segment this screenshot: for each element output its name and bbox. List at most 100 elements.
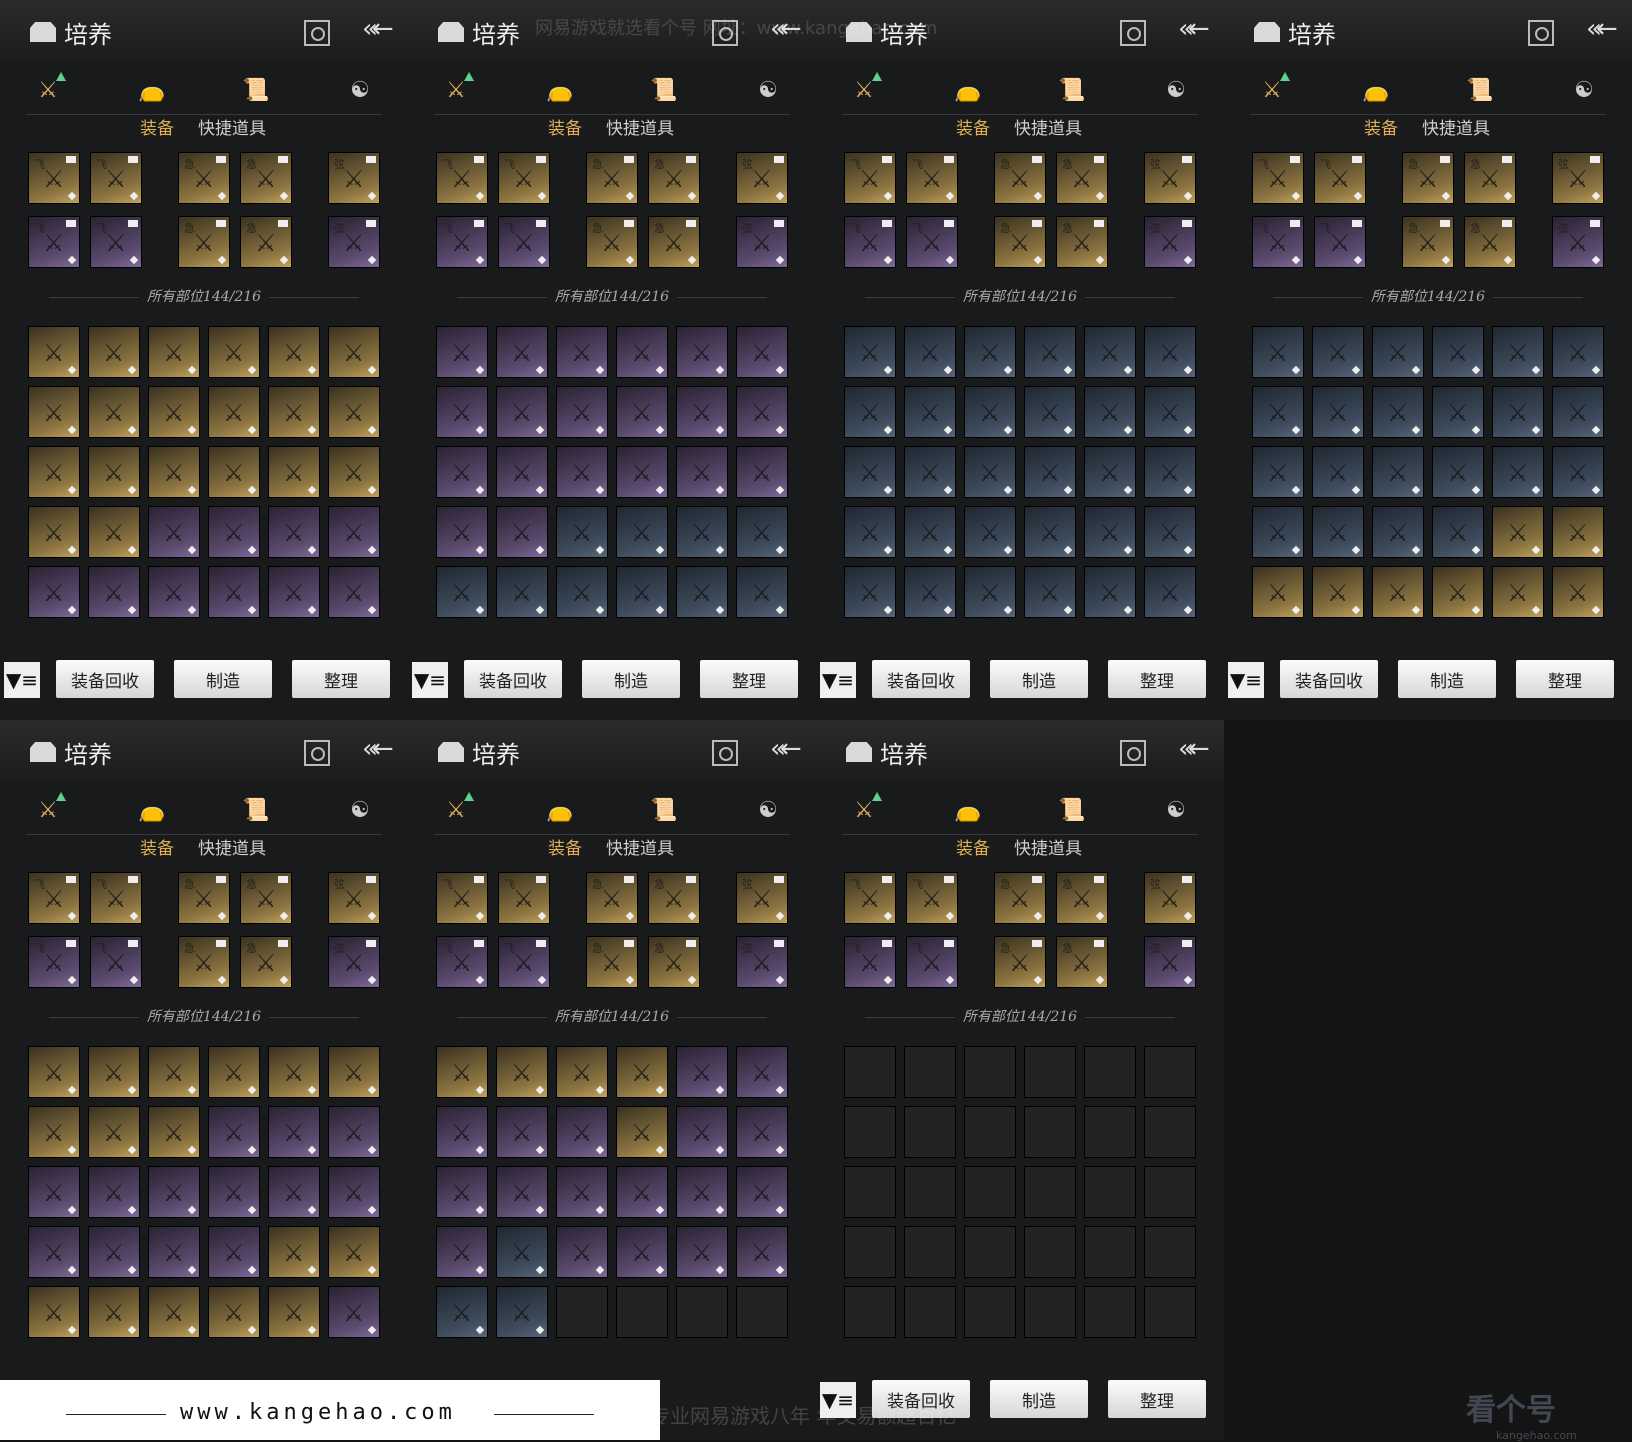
crossed-swords-icon[interactable]: ⚔	[842, 790, 886, 830]
tab-equipment[interactable]: 装备	[548, 834, 582, 859]
filter-icon[interactable]: ▼≡	[4, 662, 40, 698]
inventory-item[interactable]: ⚔	[1492, 386, 1544, 438]
sort-button[interactable]: 整理	[700, 660, 798, 698]
inventory-item[interactable]: ⚔	[1084, 566, 1136, 618]
search-icon[interactable]	[1120, 20, 1146, 46]
inventory-item[interactable]: ⚔	[676, 326, 728, 378]
inventory-item[interactable]: ⚔	[268, 566, 320, 618]
inventory-item[interactable]: ⚔	[1312, 386, 1364, 438]
inventory-item[interactable]: ⚔	[1492, 506, 1544, 558]
recycle-button[interactable]: 装备回收	[56, 660, 154, 698]
inventory-item[interactable]: ⚔	[1312, 446, 1364, 498]
inventory-item[interactable]: ⚔	[88, 566, 140, 618]
equipped-item-slot[interactable]: 急 ⚔	[1402, 152, 1454, 204]
inventory-item[interactable]: ⚔	[844, 506, 896, 558]
sort-button[interactable]: 整理	[292, 660, 390, 698]
inventory-item[interactable]: ⚔	[208, 326, 260, 378]
filter-icon[interactable]: ▼≡	[412, 662, 448, 698]
inventory-item[interactable]: ⚔	[1084, 446, 1136, 498]
equipped-item-slot[interactable]: 急 ⚔	[240, 216, 292, 268]
crossed-swords-icon[interactable]: ⚔	[1250, 70, 1294, 110]
inventory-item[interactable]: ⚔	[1252, 326, 1304, 378]
equipped-item-slot[interactable]: 急 ⚔	[648, 152, 700, 204]
recycle-button[interactable]: 装备回收	[464, 660, 562, 698]
inventory-item[interactable]: ⚔	[88, 1286, 140, 1338]
pouch-icon[interactable]: 👝	[538, 70, 582, 110]
crossed-swords-icon[interactable]: ⚔	[434, 70, 478, 110]
equipped-item-slot[interactable]: 急 ⚔	[178, 216, 230, 268]
inventory-item[interactable]: ⚔	[904, 326, 956, 378]
inventory-item[interactable]: ⚔	[148, 446, 200, 498]
search-icon[interactable]	[304, 20, 330, 46]
cultivation-icon[interactable]: ☯	[1154, 70, 1198, 110]
equipped-item-slot[interactable]: 飞 ⚔	[436, 872, 488, 924]
inventory-item[interactable]: ⚔	[328, 1286, 380, 1338]
filter-icon[interactable]: ▼≡	[820, 662, 856, 698]
inventory-item[interactable]: ⚔	[496, 1286, 548, 1338]
equipped-item-slot[interactable]: 飞 ⚔	[436, 936, 488, 988]
equipped-item-slot[interactable]: 弦 ⚔	[1552, 216, 1604, 268]
inventory-item[interactable]: ⚔	[1312, 566, 1364, 618]
inventory-item[interactable]: ⚔	[964, 566, 1016, 618]
equipped-item-slot[interactable]: 急 ⚔	[1056, 152, 1108, 204]
tab-quick-items[interactable]: 快捷道具	[606, 834, 674, 859]
inventory-item[interactable]: ⚔	[616, 326, 668, 378]
equipped-item-slot[interactable]: 飞 ⚔	[436, 152, 488, 204]
craft-button[interactable]: 制造	[990, 1380, 1088, 1418]
equipped-item-slot[interactable]: 飞 ⚔	[1314, 152, 1366, 204]
inventory-item[interactable]: ⚔	[436, 386, 488, 438]
inventory-item[interactable]: ⚔	[268, 1046, 320, 1098]
inventory-item[interactable]: ⚔	[1372, 446, 1424, 498]
inventory-item[interactable]: ⚔	[1024, 326, 1076, 378]
search-icon[interactable]	[1120, 740, 1146, 766]
inventory-item[interactable]: ⚔	[436, 566, 488, 618]
equipped-item-slot[interactable]: 急 ⚔	[240, 152, 292, 204]
equipped-item-slot[interactable]: 急 ⚔	[648, 216, 700, 268]
inventory-item[interactable]: ⚔	[88, 326, 140, 378]
inventory-item[interactable]: ⚔	[268, 446, 320, 498]
inventory-item[interactable]: ⚔	[208, 386, 260, 438]
inventory-item[interactable]: ⚔	[88, 386, 140, 438]
equipped-item-slot[interactable]: 飞 ⚔	[498, 872, 550, 924]
equipped-item-slot[interactable]: 急 ⚔	[178, 152, 230, 204]
inventory-item[interactable]: ⚔	[1432, 566, 1484, 618]
inventory-item[interactable]: ⚔	[268, 506, 320, 558]
inventory-item[interactable]: ⚔	[616, 1166, 668, 1218]
inventory-item[interactable]: ⚔	[328, 1226, 380, 1278]
scroll-icon[interactable]: 📜	[642, 790, 686, 830]
equipped-item-slot[interactable]: 弦 ⚔	[328, 152, 380, 204]
equipped-item-slot[interactable]: 飞 ⚔	[90, 152, 142, 204]
inventory-item[interactable]: ⚔	[496, 446, 548, 498]
inventory-item[interactable]: ⚔	[496, 1046, 548, 1098]
equipped-item-slot[interactable]: 弦 ⚔	[736, 936, 788, 988]
inventory-item[interactable]: ⚔	[88, 446, 140, 498]
inventory-item[interactable]: ⚔	[88, 1166, 140, 1218]
inventory-item[interactable]: ⚔	[496, 386, 548, 438]
equipped-item-slot[interactable]: 弦 ⚔	[736, 216, 788, 268]
inventory-item[interactable]: ⚔	[1024, 506, 1076, 558]
inventory-item[interactable]: ⚔	[676, 386, 728, 438]
collapse-arrow-icon[interactable]: «←	[1178, 14, 1210, 44]
inventory-item[interactable]: ⚔	[1432, 386, 1484, 438]
inventory-item[interactable]: ⚔	[676, 506, 728, 558]
inventory-item[interactable]: ⚔	[1432, 326, 1484, 378]
equipped-item-slot[interactable]: 弦 ⚔	[736, 152, 788, 204]
collapse-arrow-icon[interactable]: «←	[770, 734, 802, 764]
equipped-item-slot[interactable]: 弦 ⚔	[1144, 152, 1196, 204]
scroll-icon[interactable]: 📜	[642, 70, 686, 110]
inventory-item[interactable]: ⚔	[268, 326, 320, 378]
inventory-item[interactable]: ⚔	[964, 446, 1016, 498]
equipped-item-slot[interactable]: 弦 ⚔	[328, 936, 380, 988]
equipped-item-slot[interactable]: 急 ⚔	[586, 152, 638, 204]
inventory-item[interactable]: ⚔	[268, 1226, 320, 1278]
inventory-item[interactable]: ⚔	[904, 446, 956, 498]
inventory-item[interactable]: ⚔	[676, 446, 728, 498]
inventory-item[interactable]: ⚔	[964, 386, 1016, 438]
inventory-item[interactable]: ⚔	[1024, 386, 1076, 438]
inventory-item[interactable]: ⚔	[1252, 386, 1304, 438]
inventory-item[interactable]: ⚔	[676, 1226, 728, 1278]
inventory-item[interactable]: ⚔	[616, 446, 668, 498]
inventory-item[interactable]: ⚔	[616, 386, 668, 438]
inventory-item[interactable]: ⚔	[436, 1046, 488, 1098]
equipped-item-slot[interactable]: 飞 ⚔	[844, 872, 896, 924]
